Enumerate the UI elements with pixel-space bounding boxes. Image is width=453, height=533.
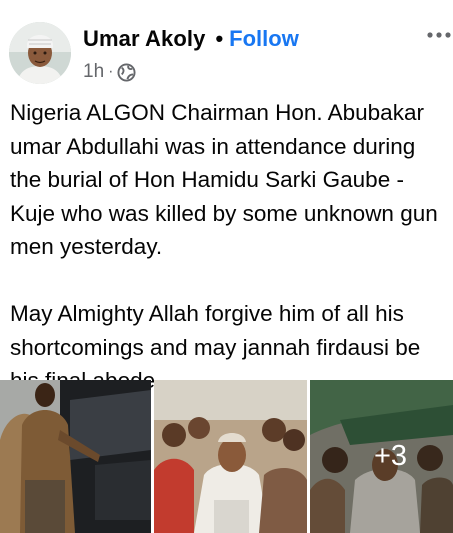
follow-button[interactable]: Follow: [229, 26, 299, 51]
name-separator: •: [215, 26, 224, 51]
more-options-icon[interactable]: [426, 28, 453, 42]
post-header: Umar Akoly • Follow 1h ·: [0, 0, 453, 95]
more-photos-count: +3: [373, 440, 408, 472]
post-paragraph: Nigeria ALGON Chairman Hon. Abubakar uma…: [10, 100, 445, 260]
post-meta: 1h ·: [83, 61, 136, 83]
author-name[interactable]: Umar Akoly: [83, 26, 205, 51]
photo-grid: +3: [0, 380, 453, 533]
author-row: Umar Akoly • Follow: [83, 26, 299, 56]
author-avatar[interactable]: [9, 22, 71, 84]
globe-icon: [117, 62, 136, 82]
meta-separator: ·: [108, 63, 114, 80]
post-photo[interactable]: [0, 380, 151, 533]
post-photo-more[interactable]: +3: [310, 380, 453, 533]
post-body: Nigeria ALGON Chairman Hon. Abubakar uma…: [10, 96, 450, 398]
post-timestamp[interactable]: 1h: [83, 61, 104, 83]
post-photo[interactable]: [154, 380, 307, 533]
